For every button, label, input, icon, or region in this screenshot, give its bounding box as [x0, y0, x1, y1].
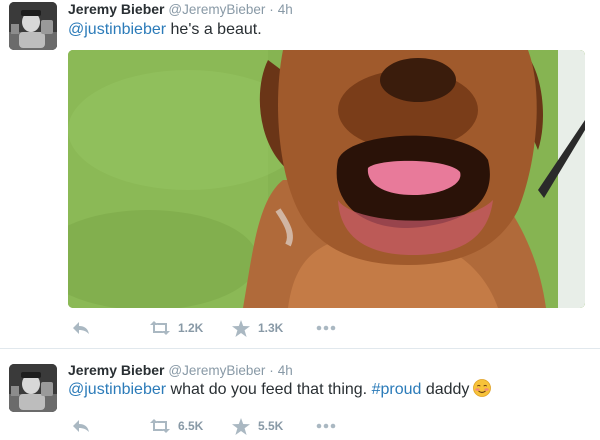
mention-link[interactable]: @justinbieber: [68, 381, 166, 398]
retweet-count: 6.5K: [178, 419, 204, 433]
reply-button[interactable]: [72, 416, 90, 436]
separator-dot: ·: [269, 363, 274, 378]
username[interactable]: @JeremyBieber: [168, 2, 265, 17]
favorite-star-icon: [232, 417, 250, 435]
tweet-photo[interactable]: [68, 50, 585, 308]
retweet-count: 1.2K: [178, 321, 204, 335]
favorite-button[interactable]: 5.5K: [232, 416, 283, 436]
tweet-item: Jeremy Bieber @JeremyBieber · 4h @justin…: [0, 0, 600, 348]
retweet-button[interactable]: 1.2K: [150, 318, 203, 338]
more-dots-icon: [316, 325, 336, 331]
tweet-actions: 1.2K 1.3K: [68, 318, 368, 338]
more-button[interactable]: [316, 318, 336, 338]
timestamp[interactable]: 4h: [278, 2, 293, 17]
more-dots-icon: [316, 423, 336, 429]
tweet-header: Jeremy Bieber @JeremyBieber · 4h: [68, 0, 293, 18]
reply-icon: [73, 420, 89, 432]
timestamp[interactable]: 4h: [278, 363, 293, 378]
display-name[interactable]: Jeremy Bieber: [68, 362, 165, 378]
mention-link[interactable]: @justinbieber: [68, 21, 166, 38]
reply-icon: [73, 322, 89, 334]
hashtag-link[interactable]: #proud: [372, 381, 422, 398]
display-name[interactable]: Jeremy Bieber: [68, 1, 165, 17]
reply-button[interactable]: [72, 318, 90, 338]
favorite-star-icon: [232, 319, 250, 337]
tweet-body-end: daddy: [421, 381, 470, 398]
retweet-icon: [150, 321, 170, 335]
more-button[interactable]: [316, 416, 336, 436]
favorite-count: 1.3K: [258, 321, 284, 335]
tweet-text: @justinbieber what do you feed that thin…: [68, 379, 492, 401]
username[interactable]: @JeremyBieber: [168, 363, 265, 378]
tweet-text: @justinbieber he's a beaut.: [68, 19, 262, 41]
favorite-count: 5.5K: [258, 419, 284, 433]
retweet-button[interactable]: 6.5K: [150, 416, 203, 436]
tweet-header: Jeremy Bieber @JeremyBieber · 4h: [68, 361, 293, 379]
tweet-actions: 6.5K 5.5K: [68, 416, 368, 436]
avatar[interactable]: [9, 2, 57, 50]
tweet-item: Jeremy Bieber @JeremyBieber · 4h @justin…: [0, 348, 600, 440]
favorite-button[interactable]: 1.3K: [232, 318, 283, 338]
tweet-body: what do you feed that thing.: [166, 381, 372, 398]
separator-dot: ·: [269, 2, 274, 17]
avatar[interactable]: [9, 364, 57, 412]
tweet-body: he's a beaut.: [166, 21, 262, 38]
blushing-smile-emoji: [473, 379, 492, 397]
retweet-icon: [150, 419, 170, 433]
